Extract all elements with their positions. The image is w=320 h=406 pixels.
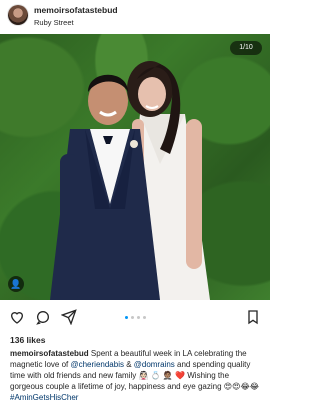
bookmark-icon[interactable] bbox=[244, 308, 262, 326]
person-tag-icon[interactable]: 👤 bbox=[8, 276, 24, 292]
carousel-dot-2 bbox=[130, 316, 134, 319]
mention-link-2[interactable]: @domrains bbox=[134, 360, 175, 369]
carousel-dots bbox=[0, 316, 270, 319]
post-photo[interactable]: 1/10 👤 bbox=[0, 34, 270, 300]
post-header: memoirsofatastebud Ruby Street bbox=[0, 0, 270, 34]
hashtag-link[interactable]: #AminGetsHisCher bbox=[10, 393, 78, 402]
like-count[interactable]: 136 likes bbox=[10, 335, 45, 345]
post-caption: memoirsofatastebud Spent a beautiful wee… bbox=[10, 348, 260, 403]
mention-link-1[interactable]: @cheriendabis bbox=[70, 360, 123, 369]
couple-photo-illustration bbox=[50, 61, 210, 300]
location[interactable]: Ruby Street bbox=[34, 18, 74, 27]
carousel-dot-1 bbox=[124, 316, 128, 319]
avatar[interactable] bbox=[8, 5, 28, 25]
action-bar bbox=[0, 300, 270, 334]
carousel-counter: 1/10 bbox=[230, 41, 262, 55]
carousel-dot-4 bbox=[142, 316, 146, 319]
username[interactable]: memoirsofatastebud bbox=[34, 5, 118, 15]
carousel-dot-3 bbox=[136, 316, 140, 319]
caption-text-2: & bbox=[123, 360, 134, 369]
caption-username[interactable]: memoirsofatastebud bbox=[10, 349, 89, 358]
